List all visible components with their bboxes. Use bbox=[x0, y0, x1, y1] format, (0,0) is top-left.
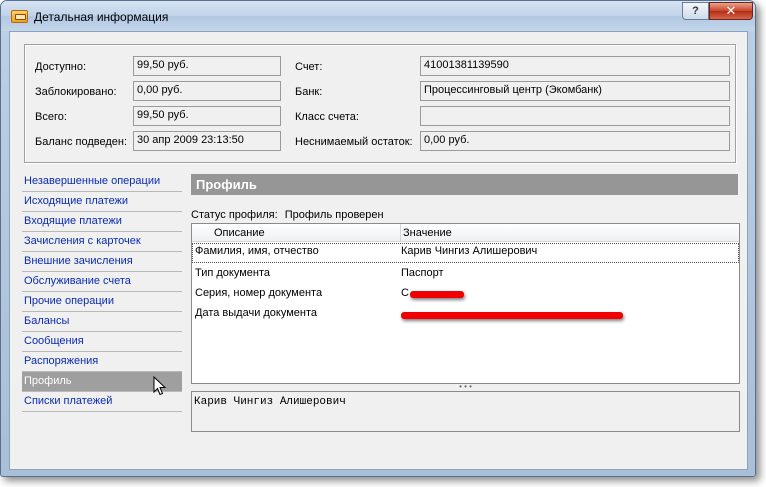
redaction-mark bbox=[401, 312, 623, 319]
nav-item-incoming-payments[interactable]: Входящие платежи bbox=[22, 212, 182, 232]
row-value: Паспорт bbox=[401, 267, 444, 279]
profile-table[interactable]: Описание Значение Фамилия, имя, отчество… bbox=[191, 223, 740, 384]
nav-item-outgoing-payments[interactable]: Исходящие платежи bbox=[22, 192, 182, 212]
profile-section-header: Профиль bbox=[191, 174, 738, 195]
min-balance-label: Неснимаемый остаток: bbox=[295, 136, 413, 148]
nav-item-messages[interactable]: Сообщения bbox=[22, 332, 182, 352]
details-memo[interactable]: Карив Чингиз Алишерович bbox=[191, 391, 740, 432]
wallet-icon bbox=[11, 10, 28, 23]
nav-item-external-deposits[interactable]: Внешние зачисления bbox=[22, 252, 182, 272]
help-button[interactable]: ? bbox=[682, 2, 709, 20]
balance-date-value: 30 апр 2009 23:13:50 bbox=[133, 131, 281, 151]
row-description: Тип документа bbox=[195, 267, 271, 279]
row-value: С bbox=[401, 287, 409, 299]
account-class-value bbox=[420, 106, 730, 126]
table-header: Описание Значение bbox=[192, 224, 739, 242]
total-value: 99,50 руб. bbox=[133, 106, 281, 126]
section-nav: Незавершенные операции Исходящие платежи… bbox=[22, 172, 182, 412]
account-info-group: Доступно: 99,50 руб. Заблокировано: 0,00… bbox=[24, 44, 736, 163]
redaction-mark bbox=[410, 291, 464, 298]
available-value: 99,50 руб. bbox=[133, 56, 281, 76]
blocked-value: 0,00 руб. bbox=[133, 81, 281, 101]
detail-info-window: Детальная информация ? ✕ Доступно: 99,50… bbox=[0, 0, 756, 477]
min-balance-value: 0,00 руб. bbox=[420, 131, 730, 151]
title-bar[interactable]: Детальная информация ? ✕ bbox=[1, 1, 755, 31]
nav-item-profile-label: Профиль bbox=[24, 375, 72, 387]
account-label: Счет: bbox=[295, 61, 323, 73]
row-description: Фамилия, имя, отчество bbox=[195, 245, 319, 257]
table-row[interactable]: Серия, номер документа С bbox=[192, 283, 739, 303]
bank-label: Банк: bbox=[295, 86, 323, 98]
nav-item-orders[interactable]: Распоряжения bbox=[22, 352, 182, 372]
profile-status: Статус профиля: Профиль проверен bbox=[191, 209, 384, 221]
bank-value: Процессинговый центр (Экомбанк) bbox=[420, 81, 730, 101]
nav-item-profile[interactable]: Профиль bbox=[22, 372, 182, 396]
balance-date-label: Баланс подведен: bbox=[35, 136, 128, 148]
nav-item-balances[interactable]: Балансы bbox=[22, 312, 182, 332]
table-row[interactable]: Дата выдачи документа bbox=[192, 303, 739, 323]
client-area: Доступно: 99,50 руб. Заблокировано: 0,00… bbox=[9, 31, 748, 470]
table-row[interactable]: Фамилия, имя, отчество Карив Чингиз Алиш… bbox=[192, 243, 739, 263]
column-header-value[interactable]: Значение bbox=[401, 224, 739, 242]
nav-item-payment-lists[interactable]: Списки платежей bbox=[22, 392, 182, 412]
profile-status-value: Профиль проверен bbox=[284, 209, 384, 221]
window-title: Детальная информация bbox=[34, 10, 169, 24]
profile-status-label: Статус профиля: bbox=[191, 209, 278, 221]
account-class-label: Класс счета: bbox=[295, 111, 359, 123]
nav-item-other-operations[interactable]: Прочие операции bbox=[22, 292, 182, 312]
column-header-description[interactable]: Описание bbox=[192, 224, 401, 242]
total-label: Всего: bbox=[35, 111, 67, 123]
row-description: Серия, номер документа bbox=[195, 287, 323, 299]
available-label: Доступно: bbox=[35, 61, 87, 73]
table-row[interactable]: Тип документа Паспорт bbox=[192, 263, 739, 283]
blocked-label: Заблокировано: bbox=[35, 86, 117, 98]
row-description: Дата выдачи документа bbox=[195, 307, 318, 319]
nav-item-card-deposits[interactable]: Зачисления с карточек bbox=[22, 232, 182, 252]
nav-item-pending-operations[interactable]: Незавершенные операции bbox=[22, 172, 182, 192]
close-button[interactable]: ✕ bbox=[709, 2, 753, 20]
row-value: Карив Чингиз Алишерович bbox=[401, 245, 538, 257]
nav-item-account-service[interactable]: Обслуживание счета bbox=[22, 272, 182, 292]
account-value: 41001381139590 bbox=[420, 56, 730, 76]
